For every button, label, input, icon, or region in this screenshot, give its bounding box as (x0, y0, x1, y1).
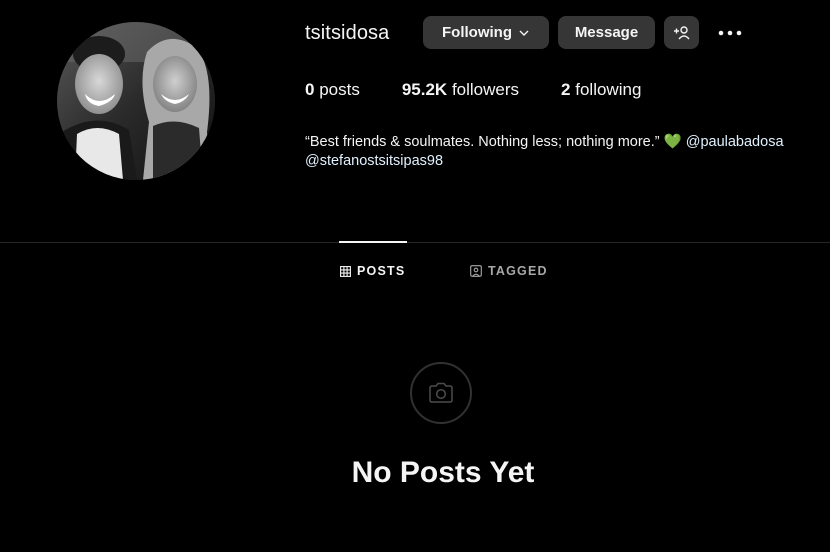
tabs-divider (0, 242, 830, 243)
message-button-label: Message (574, 24, 639, 41)
profile-stats: 0 posts 95.2K followers 2 following (305, 80, 641, 100)
suggested-accounts-button[interactable] (664, 16, 699, 49)
followers-count: 95.2K (401, 80, 448, 99)
more-options-button[interactable] (714, 16, 746, 49)
bio-mention-link[interactable]: @stefanostsitsipas98 (305, 153, 443, 169)
chevron-down-icon (519, 30, 529, 36)
tab-posts-label: POSTS (357, 264, 406, 278)
active-tab-indicator (339, 241, 407, 243)
message-button[interactable]: Message (558, 16, 655, 49)
more-options-icon (718, 30, 742, 35)
following-button[interactable]: Following (423, 16, 549, 49)
profile-username: tsitsidosa (305, 22, 390, 44)
following-button-label: Following (442, 24, 512, 41)
green-heart-emoji: 💚 (663, 134, 682, 150)
camera-icon (429, 382, 453, 403)
avatar-photo (57, 22, 215, 180)
grid-icon (340, 265, 351, 277)
bio-mention-link[interactable]: @paulabadosa (686, 134, 784, 150)
add-person-icon (673, 25, 690, 39)
following-label: following (575, 80, 642, 99)
empty-state-title: No Posts Yet (351, 456, 535, 489)
followers-stat[interactable]: 95.2K followers (402, 80, 519, 100)
profile-bio: “Best friends & soulmates. Nothing less;… (305, 133, 825, 171)
following-stat[interactable]: 2 following (561, 80, 641, 100)
camera-circle (410, 362, 472, 424)
tab-tagged-label: TAGGED (488, 264, 548, 278)
bio-text: “Best friends & soulmates. Nothing less;… (305, 134, 660, 150)
profile-avatar[interactable] (57, 22, 215, 180)
posts-stat: 0 posts (305, 80, 360, 100)
posts-label: posts (319, 80, 360, 99)
tab-posts[interactable]: POSTS (340, 264, 405, 278)
followers-label: followers (451, 80, 520, 99)
tab-tagged[interactable]: TAGGED (470, 264, 548, 278)
following-count: 2 (561, 80, 571, 99)
tagged-icon (470, 265, 482, 277)
posts-count: 0 (305, 80, 315, 99)
